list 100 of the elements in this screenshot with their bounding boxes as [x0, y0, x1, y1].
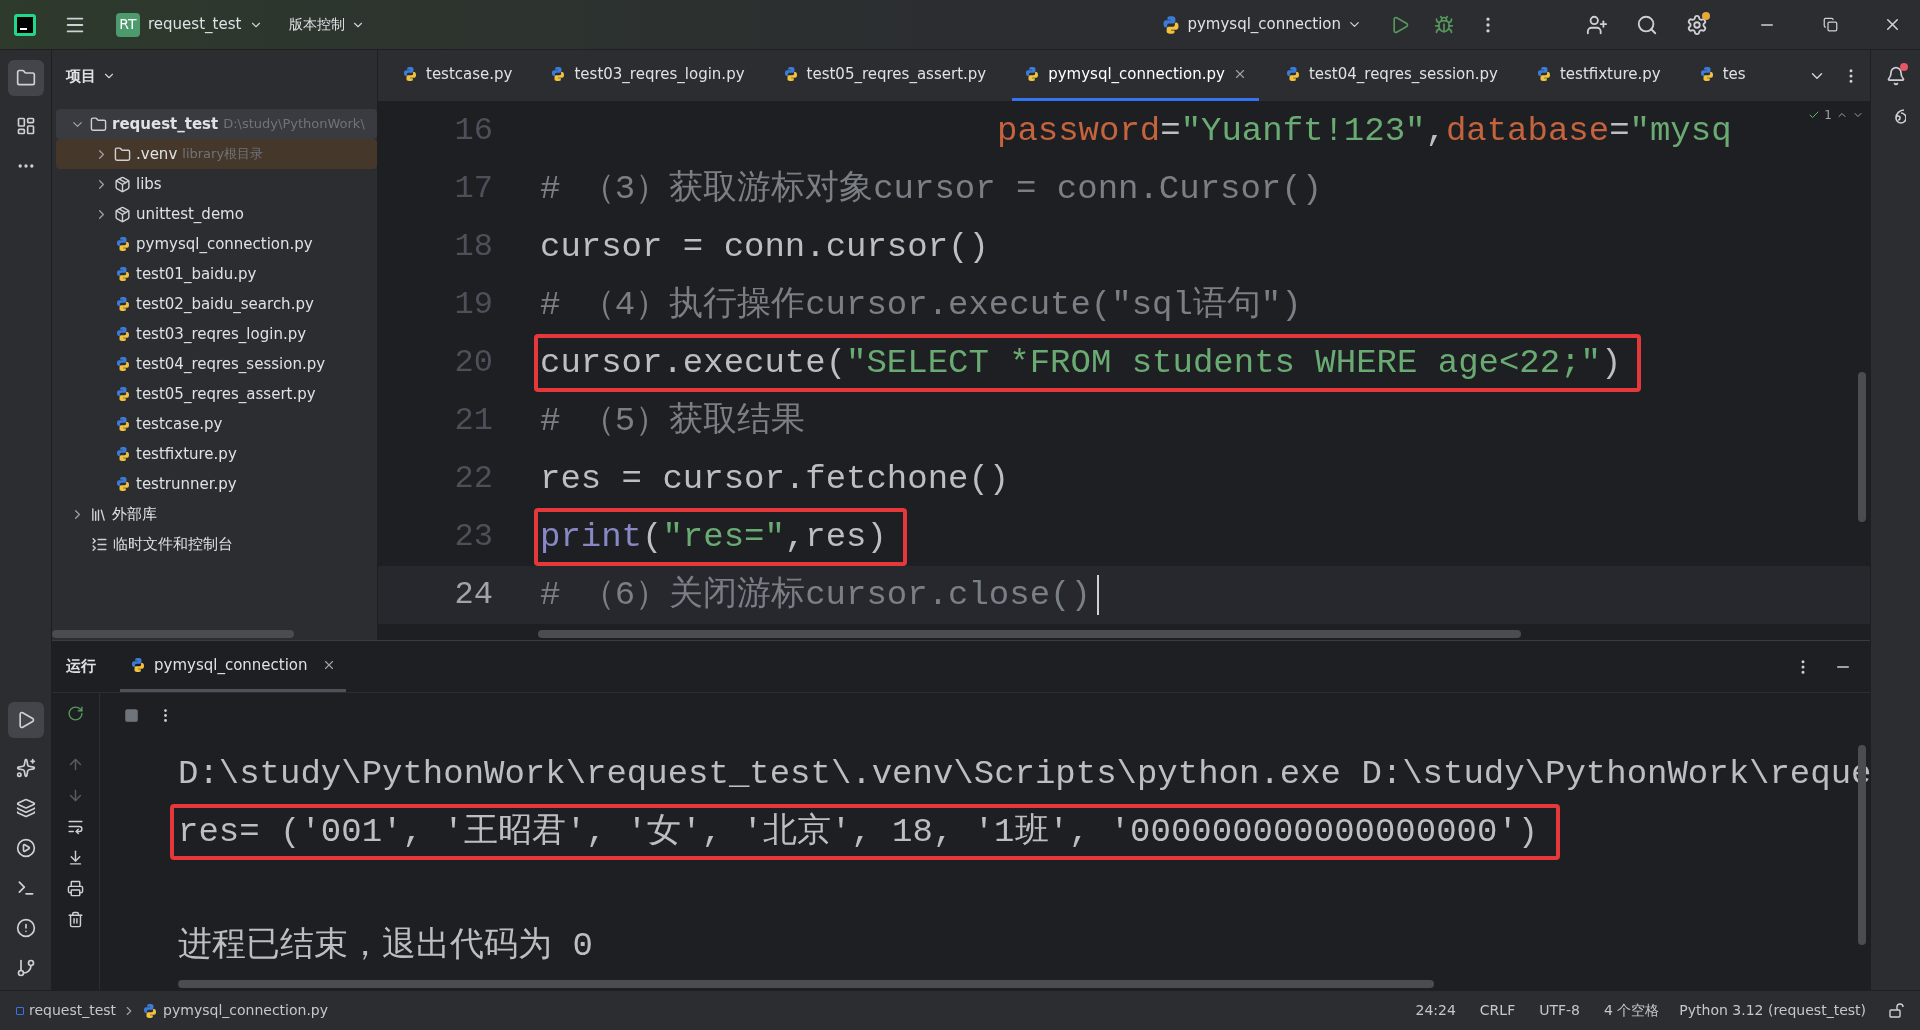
search-icon[interactable]: [1636, 13, 1658, 36]
vcs-menu[interactable]: 版本控制: [289, 14, 366, 35]
notifications-icon[interactable]: [1885, 66, 1906, 86]
structure-icon[interactable]: [15, 116, 36, 136]
text-cursor: [1096, 575, 1099, 615]
python-file-icon: [1698, 66, 1715, 82]
tree-item-label: test04_reqres_session.py: [136, 353, 326, 375]
editor-tab[interactable]: tes: [1686, 50, 1758, 101]
inspection-count: 1: [1824, 107, 1832, 124]
arrow-up-icon[interactable]: [67, 756, 84, 773]
tree-item[interactable]: request_test D:\study\PythonWork\: [56, 109, 377, 139]
user-add-icon[interactable]: [1586, 13, 1608, 36]
tree-item-label: testcase.py: [136, 413, 223, 435]
folder-icon: [114, 145, 131, 163]
indent-setting[interactable]: 4 个空格: [1604, 1000, 1660, 1021]
editor-tab[interactable]: test03_reqres_login.py: [538, 50, 757, 101]
code-line: password="Yuanft!123",database="mysq: [996, 111, 1733, 152]
arrow-down-icon[interactable]: [67, 787, 84, 804]
tree-item[interactable]: test04_reqres_session.py: [56, 349, 377, 379]
run-tool-icon[interactable]: [7, 702, 44, 738]
tree-item-label: pymysql_connection.py: [136, 233, 313, 255]
file-encoding[interactable]: UTF-8: [1539, 1000, 1580, 1021]
problems-icon[interactable]: [15, 918, 36, 938]
line-ending[interactable]: CRLF: [1479, 1000, 1516, 1021]
project-tool-icon[interactable]: [7, 60, 44, 96]
python-file-icon: [115, 476, 131, 492]
editor-tab[interactable]: testfixture.py: [1523, 50, 1673, 101]
restore-icon[interactable]: [1823, 17, 1838, 32]
python-file-icon: [115, 386, 131, 402]
tree-item-label: test05_reqres_assert.py: [136, 383, 316, 405]
app-logo-icon: [14, 13, 36, 36]
tree-item-label: .venv: [136, 143, 178, 165]
project-switcher[interactable]: RT request_test: [116, 12, 264, 37]
interpreter[interactable]: Python 3.12 (request_test): [1679, 1000, 1866, 1021]
run-tab[interactable]: pymysql_connection: [120, 641, 346, 692]
line-number: 24: [454, 575, 493, 615]
breadcrumb[interactable]: request_test: [16, 1000, 117, 1021]
editor-tab[interactable]: test04_reqres_session.py: [1272, 50, 1510, 101]
folder-icon: [90, 115, 107, 133]
tree-item-label: 临时文件和控制台: [113, 533, 233, 555]
tree-item[interactable]: test02_baidu_search.py: [56, 289, 377, 319]
trash-icon[interactable]: [67, 911, 84, 928]
tree-item-label: libs: [136, 173, 162, 195]
run-config-selector[interactable]: pymysql_connection: [1161, 13, 1362, 36]
python-file-icon: [550, 66, 567, 82]
print-icon[interactable]: [67, 880, 84, 897]
project-name: request_test: [148, 14, 242, 36]
python-file-icon: [115, 416, 131, 432]
debug-icon[interactable]: [1434, 14, 1454, 35]
git-icon[interactable]: [15, 958, 36, 978]
rerun-icon[interactable]: [67, 705, 84, 722]
tree-item-label: 外部库: [112, 503, 157, 525]
scrollbar[interactable]: [178, 980, 1434, 988]
tree-item[interactable]: test01_baidu.py: [56, 259, 377, 289]
python-file-icon: [115, 266, 131, 282]
run-icon[interactable]: [1390, 14, 1410, 35]
tree-item[interactable]: test05_reqres_assert.py: [56, 379, 377, 409]
code-line: cursor = conn.cursor(): [539, 227, 990, 268]
scrollbar[interactable]: [52, 630, 294, 638]
editor-tab[interactable]: test05_reqres_assert.py: [770, 50, 999, 101]
tree-item[interactable]: testcase.py: [56, 409, 377, 439]
tree-item[interactable]: testrunner.py: [56, 469, 377, 499]
code-line: # （5）获取结果: [539, 401, 807, 442]
tree-item[interactable]: testfixture.py: [56, 439, 377, 469]
settings-icon[interactable]: [1686, 13, 1708, 36]
panel-title: 运行: [66, 656, 96, 678]
tree-item-label: testfixture.py: [136, 443, 237, 465]
layers-icon[interactable]: [15, 798, 36, 818]
breadcrumb[interactable]: pymysql_connection.py: [142, 1000, 329, 1021]
services-icon[interactable]: [15, 838, 36, 858]
python-file-icon: [115, 326, 131, 342]
tree-item-label: test01_baidu.py: [136, 263, 257, 285]
code-line: # （4）执行操作cursor.execute("sql语句"): [539, 285, 1303, 326]
cursor-position[interactable]: 24:24: [1415, 1000, 1456, 1021]
tree-item[interactable]: .venv library根目录: [56, 139, 377, 169]
tree-item-label: test03_reqres_login.py: [136, 323, 307, 345]
stop-icon[interactable]: [124, 707, 139, 723]
python-file-icon: [115, 446, 131, 462]
soft-wrap-icon[interactable]: [67, 818, 84, 835]
library-icon: [90, 505, 107, 523]
tree-item-hint: D:\study\PythonWork\: [223, 115, 365, 134]
python-file-icon: [782, 66, 799, 82]
check-icon: [1808, 109, 1821, 121]
scrollbar[interactable]: [538, 630, 1521, 638]
scrollbar[interactable]: [1858, 372, 1866, 522]
tree-item-label: test02_baidu_search.py: [136, 293, 314, 315]
tree-item[interactable]: libs: [56, 169, 377, 199]
python-file-icon: [130, 657, 146, 673]
tree-item[interactable]: unittest_demo: [56, 199, 377, 229]
scroll-to-end-icon[interactable]: [67, 849, 84, 866]
tree-item[interactable]: test03_reqres_login.py: [56, 319, 377, 349]
python-file-icon: [115, 356, 131, 372]
tree-item[interactable]: pymysql_connection.py: [56, 229, 377, 259]
python-file-icon: [142, 1002, 159, 1019]
lock-icon[interactable]: [1888, 1002, 1904, 1019]
panel-title[interactable]: 项目: [66, 64, 96, 88]
tree-item[interactable]: 外部库: [56, 499, 377, 529]
python-file-icon: [402, 66, 418, 82]
tree-item[interactable]: 临时文件和控制台: [56, 529, 377, 559]
editor-tab[interactable]: testcase.py: [390, 50, 525, 101]
